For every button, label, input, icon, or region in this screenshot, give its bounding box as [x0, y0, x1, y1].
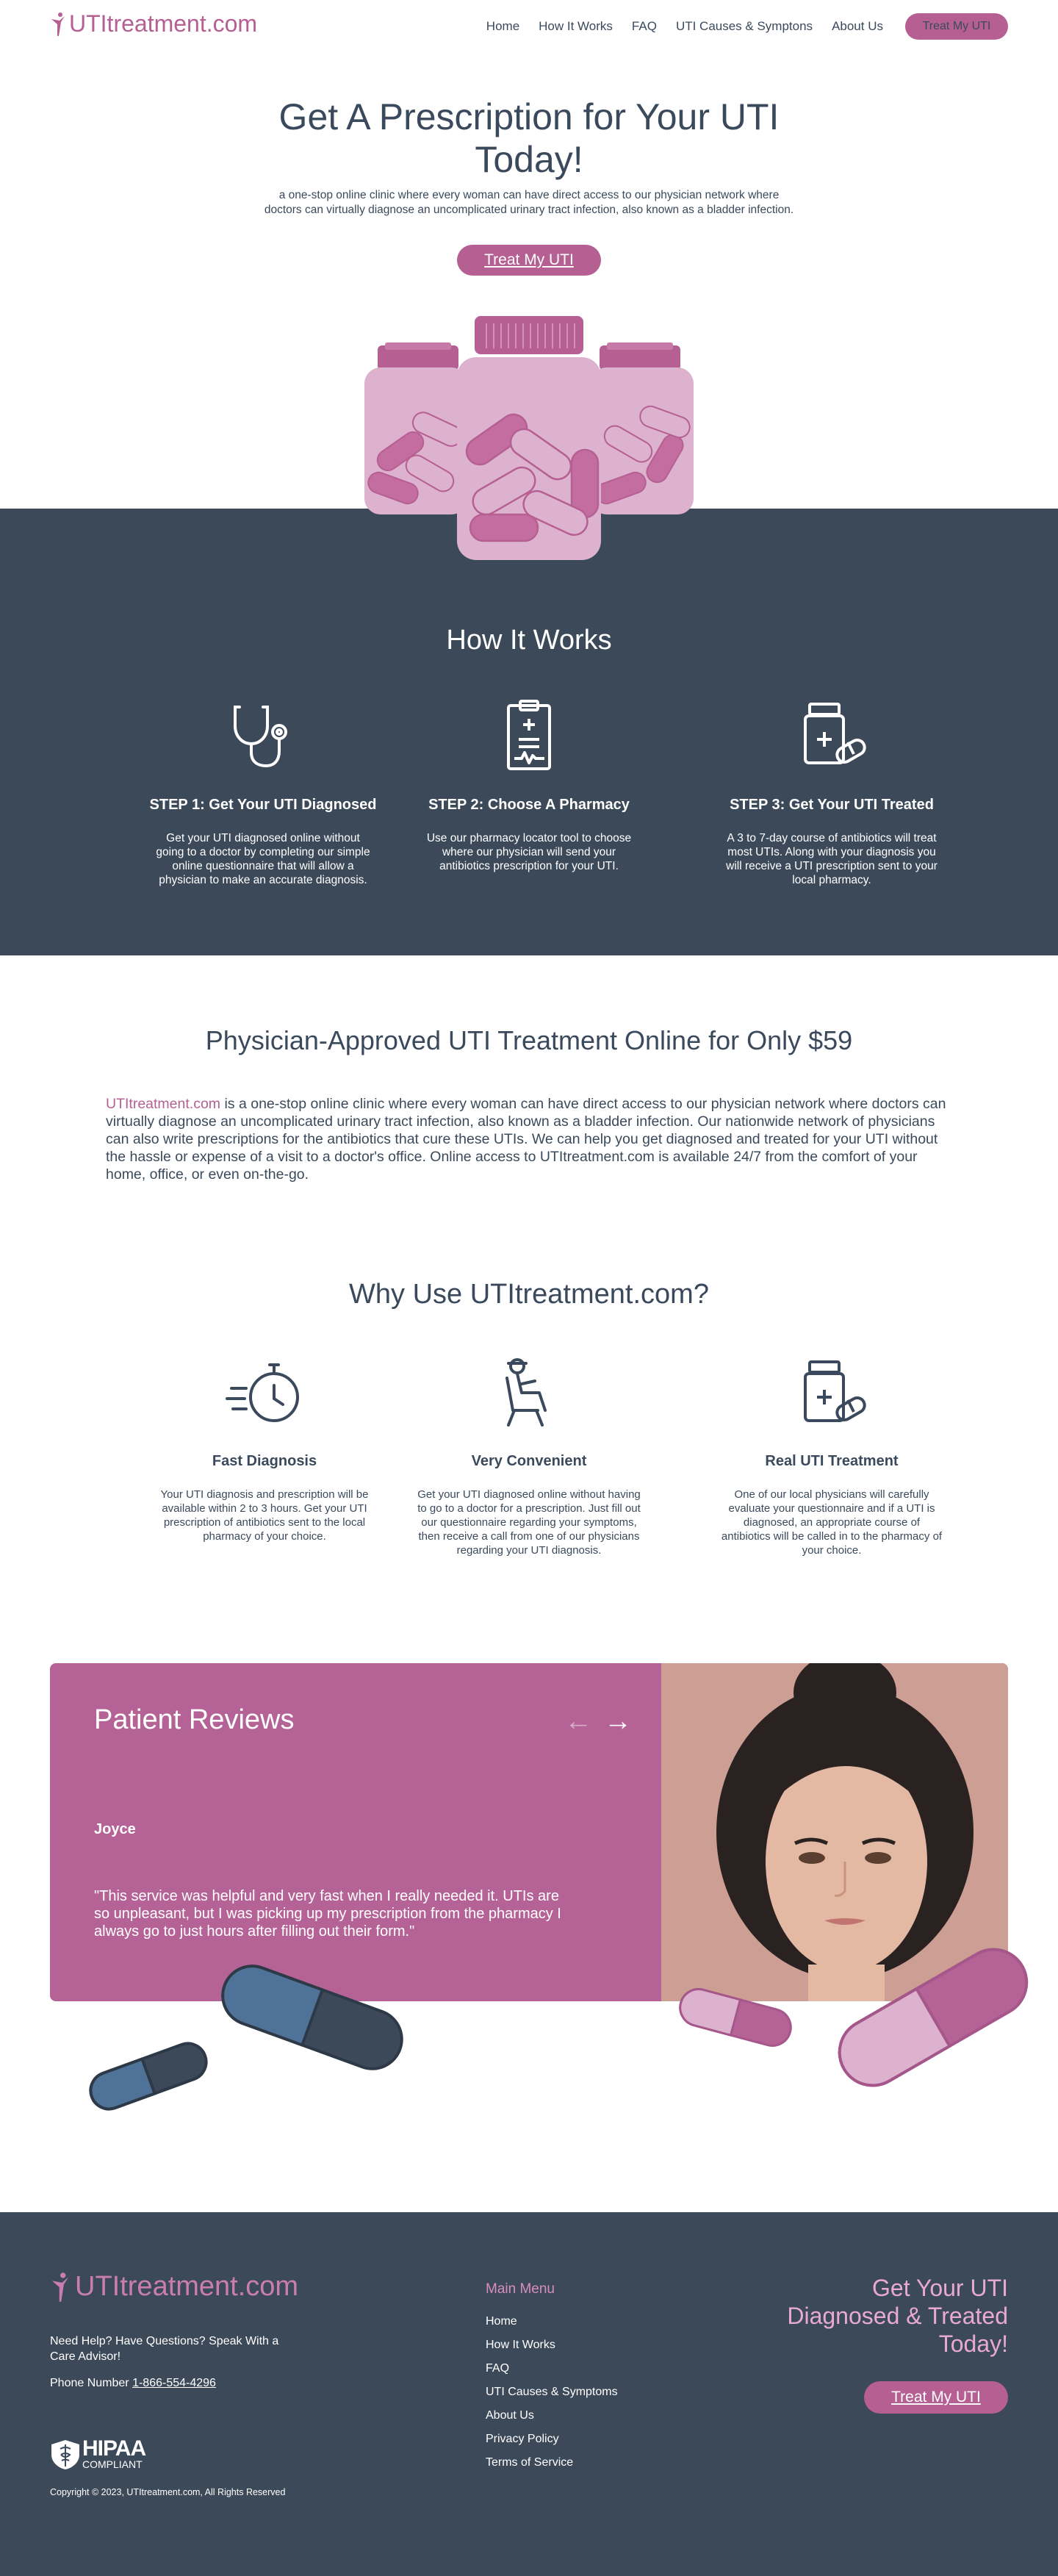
nav-how-it-works[interactable]: How It Works [539, 19, 613, 34]
step-2-title: STEP 2: Choose A Pharmacy [428, 797, 630, 813]
main-nav: Home How It Works FAQ UTI Causes & Sympt… [467, 13, 1008, 40]
relaxing-chair-icon [505, 1358, 547, 1427]
hipaa-badge: HIPAA COMPLIANT [50, 2436, 146, 2471]
footer-link-about-us[interactable]: About Us [486, 2409, 618, 2433]
nav-about-us[interactable]: About Us [832, 19, 883, 34]
logo-figure-icon [51, 2272, 69, 2302]
why-convenient: Very Convenient Get your UTI diagnosed o… [397, 1356, 661, 1557]
physician-brand-link[interactable]: UTItreatment.com [106, 1096, 220, 1112]
how-it-works-title: How It Works [446, 625, 612, 656]
step-1-text: Get your UTI diagnosed online without go… [156, 832, 370, 886]
fast-timer-icon [226, 1363, 299, 1422]
step-2: STEP 2: Choose A Pharmacy Use our pharma… [404, 698, 654, 873]
treat-my-uti-button[interactable]: Treat My UTI [905, 13, 1008, 40]
logo-text-uti: UTI [69, 10, 107, 37]
next-arrow-icon[interactable]: → [604, 1706, 632, 1737]
step-3-title: STEP 3: Get Your UTI Treated [730, 797, 934, 813]
footer-logo[interactable]: UTI treatment.com [50, 2271, 298, 2303]
step-1-title: STEP 1: Get Your UTI Diagnosed [149, 797, 377, 813]
footer-link-home[interactable]: Home [486, 2315, 618, 2339]
reviewer-name: Joyce [94, 1821, 136, 1837]
phone-link[interactable]: 1-866-554-4296 [132, 2377, 216, 2389]
medicine-bottle-icon [804, 1360, 866, 1422]
why-fast-diagnosis: Fast Diagnosis Your UTI diagnosis and pr… [132, 1356, 397, 1543]
why-fast-title: Fast Diagnosis [212, 1453, 317, 1469]
nav-home[interactable]: Home [486, 19, 519, 34]
footer-cta-text: Get Your UTI Diagnosed & Treated Today! [787, 2275, 1008, 2357]
footer-link-privacy[interactable]: Privacy Policy [486, 2433, 618, 2456]
pill-bottles-illustration [364, 316, 694, 560]
blue-pill-large-icon [221, 1965, 403, 2070]
stethoscope-icon [234, 706, 287, 768]
step-3-text: A 3 to 7-day course of antibiotics will … [726, 832, 938, 886]
hipaa-title: HIPAA [82, 2436, 146, 2461]
footer-menu-title: Main Menu [486, 2281, 555, 2297]
step-2-text: Use our pharmacy locator tool to choose … [426, 832, 632, 872]
step-1: STEP 1: Get Your UTI Diagnosed Get your … [138, 698, 388, 887]
physician-body: UTItreatment.com is a one-stop online cl… [106, 1095, 951, 1183]
footer-link-faq[interactable]: FAQ [486, 2362, 618, 2386]
why-real-treatment: Real UTI Treatment One of our local phys… [699, 1356, 964, 1557]
blue-pill-small-icon [89, 2042, 208, 2111]
pink-pill-small-icon [679, 1988, 792, 2047]
review-card: Patient Reviews ← → Joyce "This service … [50, 1663, 661, 2001]
prev-arrow-icon[interactable]: ← [564, 1706, 592, 1737]
hero-title: Get A Prescription for Your UTI Today! [278, 96, 780, 180]
footer-link-terms[interactable]: Terms of Service [486, 2456, 618, 2480]
pink-pill-large-icon [838, 1948, 1029, 2087]
physician-title: Physician-Approved UTI Treatment Online … [205, 1025, 853, 1055]
clipboard-icon [507, 700, 551, 770]
copyright: Copyright © 2023, UTItreatment.com, All … [50, 2487, 286, 2497]
footer-link-uti-causes[interactable]: UTI Causes & Symptoms [486, 2386, 618, 2409]
review-text: "This service was helpful and very fast … [94, 1888, 561, 1940]
footer-menu: Home How It Works FAQ UTI Causes & Sympt… [486, 2315, 618, 2480]
page: UTI treatment.com Home How It Works FAQ U… [0, 0, 1058, 2576]
nav-uti-causes[interactable]: UTI Causes & Symptons [676, 19, 813, 34]
why-convenient-title: Very Convenient [471, 1453, 587, 1469]
logo-text-rest: treatment.com [107, 10, 258, 37]
phone-label: Phone Number [50, 2377, 133, 2389]
step-3: STEP 3: Get Your UTI Treated A 3 to 7-da… [707, 698, 957, 887]
why-fast-text: Your UTI diagnosis and prescription will… [160, 1488, 369, 1543]
caduceus-shield-icon [51, 2440, 79, 2469]
physician-body-text: is a one-stop online clinic where every … [106, 1096, 946, 1183]
reviews-title: Patient Reviews [94, 1704, 295, 1735]
why-title: Why Use UTItreatment.com? [349, 1279, 709, 1310]
site-footer: UTI treatment.com Need Help? Have Questio… [0, 2212, 1058, 2576]
nav-faq[interactable]: FAQ [632, 19, 657, 34]
footer-treat-button[interactable]: Treat My UTI [864, 2381, 1008, 2414]
footer-logo-uti: UTI [75, 2271, 120, 2302]
why-convenient-text: Get your UTI diagnosed online without ha… [417, 1488, 641, 1557]
site-logo[interactable]: UTI treatment.com [50, 10, 257, 37]
footer-help-text: Need Help? Have Questions? Speak With a … [50, 2335, 279, 2363]
site-header: UTI treatment.com Home How It Works FAQ U… [0, 0, 1058, 51]
footer-logo-rest: treatment.com [120, 2271, 299, 2302]
logo-figure-icon [51, 12, 65, 36]
hipaa-subtitle: COMPLIANT [82, 2458, 143, 2470]
why-real-text: One of our local physicians will careful… [721, 1488, 943, 1557]
hero-treat-button[interactable]: Treat My UTI [457, 245, 601, 276]
how-it-works-section: How It Works STEP 1: Get Your UTI Diagno… [0, 509, 1058, 955]
footer-link-how-it-works[interactable]: How It Works [486, 2339, 618, 2362]
footer-phone: Phone Number 1-866-554-4296 [50, 2377, 216, 2390]
medicine-bottle-icon [804, 703, 866, 764]
hero-subtitle: a one-stop online clinic where every wom… [264, 189, 794, 216]
why-real-title: Real UTI Treatment [765, 1453, 899, 1469]
